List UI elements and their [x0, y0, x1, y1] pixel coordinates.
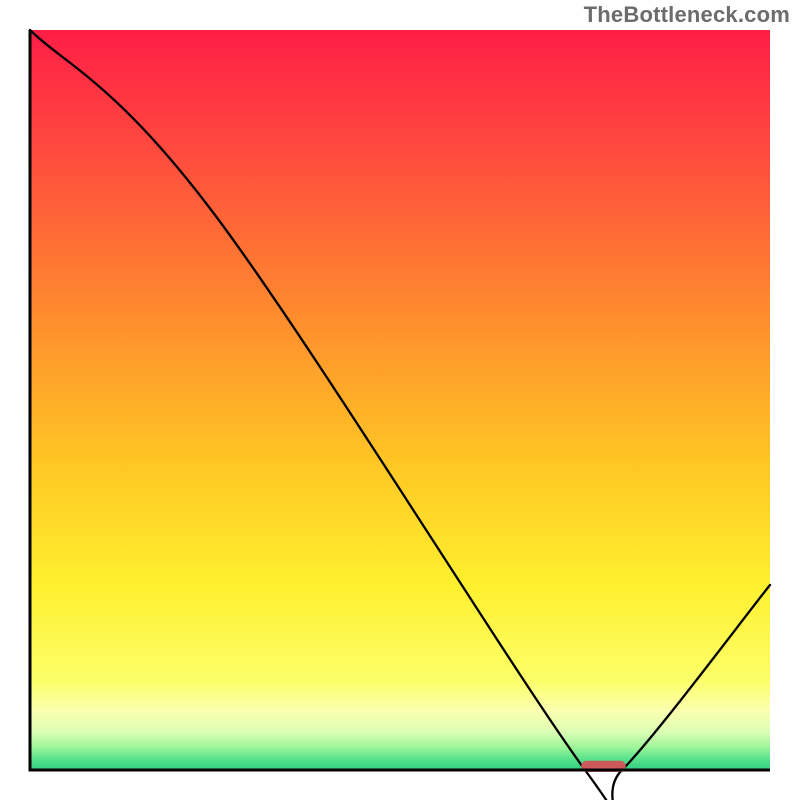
plot-background	[30, 30, 770, 770]
chart-container: TheBottleneck.com	[0, 0, 800, 800]
bottleneck-chart	[0, 0, 800, 800]
plot-area	[30, 30, 770, 800]
